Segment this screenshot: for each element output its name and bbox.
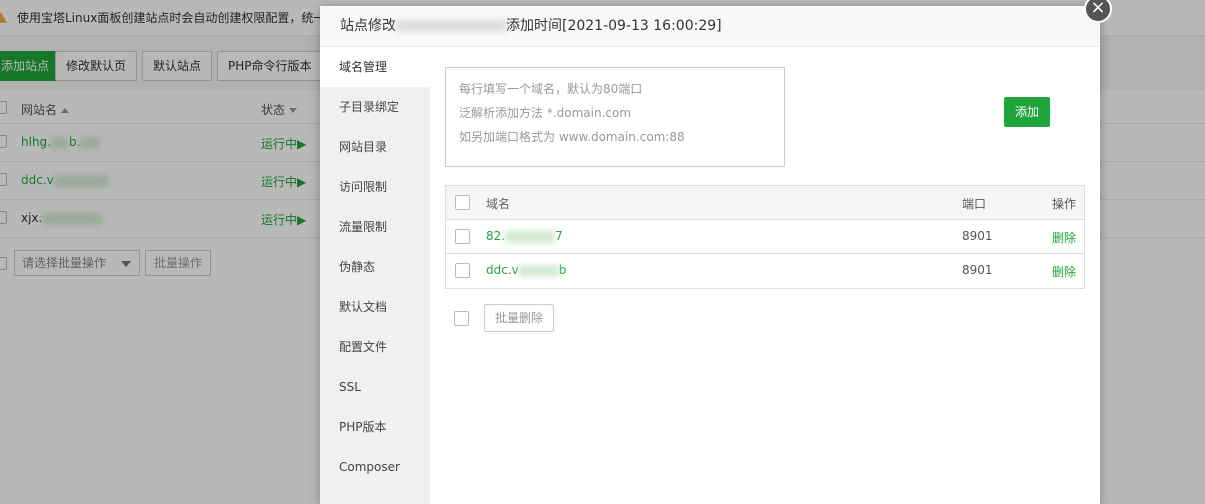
modal-title: 站点修改 添加时间[2021-09-13 16:00:29] [320, 6, 1100, 47]
nav-ssl[interactable]: SSL [320, 367, 430, 407]
delete-link[interactable]: 删除 [1052, 229, 1076, 246]
nav-domain-management[interactable]: 域名管理 [320, 47, 430, 87]
nav-rewrite[interactable]: 伪静态 [320, 247, 430, 287]
bulk-checkbox[interactable] [454, 311, 469, 326]
col-action: 操作 [1051, 197, 1076, 211]
port-value: 8901 [962, 263, 993, 277]
add-domain-button[interactable]: 添加 [1004, 97, 1050, 127]
nav-traffic-limit[interactable]: 流量限制 [320, 207, 430, 247]
row-checkbox[interactable] [455, 263, 470, 278]
nav-subdirectory-binding[interactable]: 子目录绑定 [320, 87, 430, 127]
nav-site-directory[interactable]: 网站目录 [320, 127, 430, 167]
col-domain: 域名 [486, 197, 511, 211]
domain-link[interactable]: ddc.v b [486, 263, 566, 277]
nav-default-document[interactable]: 默认文档 [320, 287, 430, 327]
table-row: ddc.v b 8901 删除 [446, 254, 1084, 288]
modal-side-nav: 域名管理 子目录绑定 网站目录 访问限制 流量限制 伪静态 默认文档 配置文件 … [320, 47, 430, 504]
bulk-delete-button[interactable]: 批量删除 [484, 304, 555, 332]
row-checkbox[interactable] [455, 229, 470, 244]
nav-php-version[interactable]: PHP版本 [320, 407, 430, 447]
nav-config-file[interactable]: 配置文件 [320, 327, 430, 367]
domain-management-panel: 每行填写一个域名，默认为80端口 泛解析添加方法 *.domain.com 如另… [430, 47, 1100, 504]
domain-table-header: 域名 端口 操作 [446, 186, 1084, 220]
site-edit-modal: 站点修改 添加时间[2021-09-13 16:00:29] 域名管理 子目录绑定… [320, 6, 1100, 504]
table-row: 82. 7 8901 删除 [446, 220, 1084, 254]
delete-link[interactable]: 删除 [1052, 263, 1076, 280]
select-all-checkbox[interactable] [455, 195, 470, 210]
domain-table: 域名 端口 操作 82. 7 8901 删除 ddc.v b 8901 删除 [445, 185, 1085, 289]
nav-composer[interactable]: Composer [320, 447, 430, 487]
col-port: 端口 [962, 197, 987, 211]
port-value: 8901 [962, 229, 993, 243]
bulk-actions: 批量删除 [445, 304, 645, 332]
domain-link[interactable]: 82. 7 [486, 229, 563, 243]
domain-input[interactable]: 每行填写一个域名，默认为80端口 泛解析添加方法 *.domain.com 如另… [445, 67, 785, 167]
nav-access-limit[interactable]: 访问限制 [320, 167, 430, 207]
